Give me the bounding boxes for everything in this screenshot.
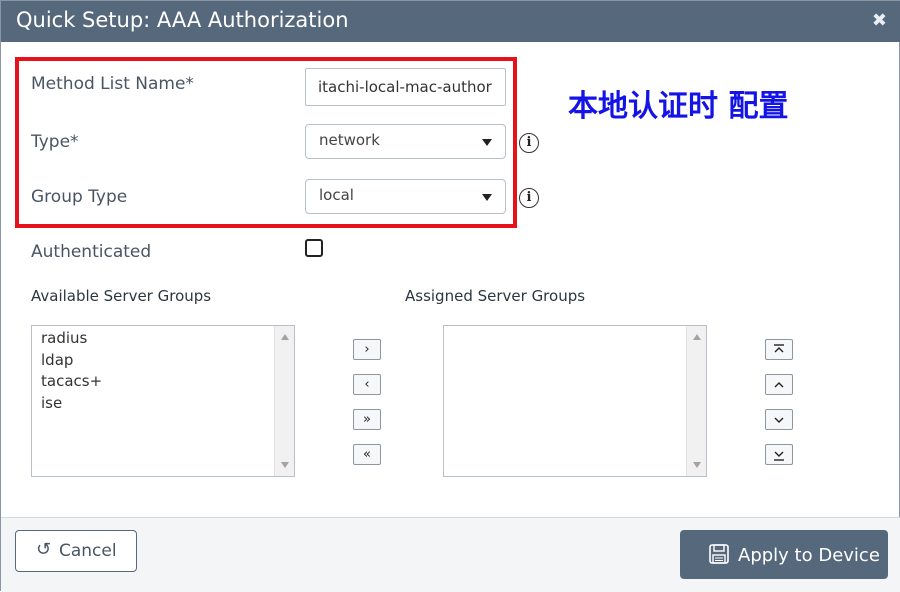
move-up-button[interactable] bbox=[765, 374, 793, 395]
scroll-up-arrow-icon[interactable] bbox=[281, 334, 289, 340]
assigned-server-groups-list[interactable] bbox=[443, 325, 707, 477]
move-all-right-button[interactable]: » bbox=[353, 409, 381, 430]
assigned-server-groups-label: Assigned Server Groups bbox=[405, 287, 586, 305]
annotation-text: 本地认证时 配置 bbox=[568, 89, 789, 124]
move-to-bottom-button[interactable] bbox=[765, 444, 793, 465]
move-down-button[interactable] bbox=[765, 409, 793, 430]
dialog-titlebar: Quick Setup: AAA Authorization ✖ bbox=[1, 1, 900, 42]
scrollbar[interactable] bbox=[274, 326, 294, 476]
apply-button-label: Apply to Device bbox=[738, 545, 880, 566]
dialog-title: Quick Setup: AAA Authorization bbox=[16, 8, 349, 32]
move-to-top-button[interactable] bbox=[765, 339, 793, 360]
undo-icon: ↺ bbox=[36, 539, 52, 560]
chevron-up-icon bbox=[774, 382, 784, 388]
move-left-button[interactable]: ‹ bbox=[353, 374, 381, 395]
move-top-icon bbox=[774, 344, 784, 353]
apply-to-device-button[interactable]: Apply to Device bbox=[680, 530, 888, 579]
list-item[interactable]: ldap bbox=[41, 350, 102, 372]
move-right-button[interactable]: › bbox=[353, 339, 381, 360]
move-all-left-button[interactable]: « bbox=[353, 444, 381, 465]
scroll-down-arrow-icon[interactable] bbox=[281, 462, 289, 468]
authenticated-label: Authenticated bbox=[31, 242, 152, 262]
aaa-authorization-dialog: Quick Setup: AAA Authorization ✖ Method … bbox=[0, 0, 900, 592]
info-icon[interactable]: i bbox=[519, 133, 539, 153]
scrollbar[interactable] bbox=[686, 326, 706, 476]
cancel-button[interactable]: ↺ Cancel bbox=[15, 530, 137, 572]
scroll-down-arrow-icon[interactable] bbox=[693, 462, 701, 468]
move-bottom-icon bbox=[774, 451, 784, 461]
cancel-button-label: Cancel bbox=[59, 541, 117, 561]
available-server-groups-label: Available Server Groups bbox=[31, 287, 212, 305]
close-icon[interactable]: ✖ bbox=[872, 10, 887, 31]
scroll-up-arrow-icon[interactable] bbox=[693, 334, 701, 340]
authenticated-checkbox[interactable] bbox=[305, 239, 323, 257]
list-item[interactable]: ise bbox=[41, 393, 102, 415]
list-item[interactable]: tacacs+ bbox=[41, 371, 102, 393]
chevron-down-icon bbox=[774, 417, 784, 423]
available-server-groups-items: radius ldap tacacs+ ise bbox=[41, 328, 102, 414]
list-item[interactable]: radius bbox=[41, 328, 102, 350]
save-icon bbox=[709, 544, 729, 564]
highlight-box bbox=[15, 57, 517, 228]
info-icon[interactable]: i bbox=[519, 188, 539, 208]
available-server-groups-list[interactable]: radius ldap tacacs+ ise bbox=[31, 325, 295, 477]
